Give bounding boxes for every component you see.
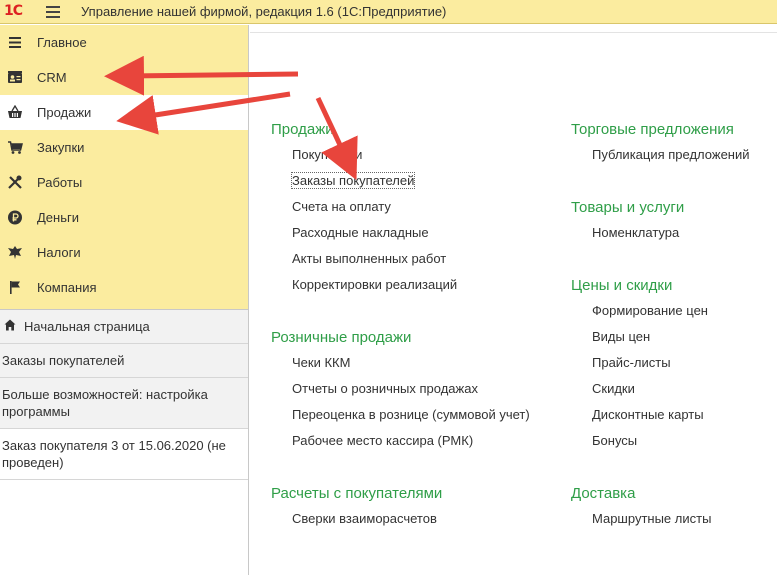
link-label: Заказы покупателей [290,172,416,189]
link-shipping-notes[interactable]: Расходные накладные [271,225,457,251]
link-reconciliation[interactable]: Сверки взаиморасчетов [271,511,442,537]
link-receipts[interactable]: Чеки ККМ [271,355,530,381]
link-retail-revaluation[interactable]: Переоценка в рознице (суммовой учет) [271,407,530,433]
section-money[interactable]: Деньги [0,200,248,235]
window-title: Управление нашей фирмой, редакция 1.6 (1… [81,4,447,19]
group-delivery: Доставка Маршрутные листы [571,485,711,537]
main-menu-icon[interactable] [46,6,60,18]
group-title: Расчеты с покупателями [271,485,443,502]
group-settlements: Расчеты с покупателями Сверки взаиморасч… [271,485,442,537]
section-label: Закупки [37,140,85,155]
link-sales-adjustments[interactable]: Корректировки реализаций [271,277,457,303]
open-window-customer-orders[interactable]: Заказы покупателей [0,344,248,378]
section-content: Продажи Покупатели Заказы покупателей Сч… [250,25,777,575]
group-retail: Розничные продажи Чеки ККМ Отчеты о розн… [271,329,530,459]
1c-logo: 1С [4,3,23,19]
open-window-order-3[interactable]: Заказ покупателя 3 от 15.06.2020 (не про… [0,429,248,480]
section-works[interactable]: Работы [0,165,248,200]
open-window-home[interactable]: Начальная страница [0,310,248,344]
link-price-formation[interactable]: Формирование цен [571,303,708,329]
section-purchases[interactable]: Закупки [0,130,248,165]
emblem-icon [8,246,22,259]
section-label: Компания [37,280,97,295]
open-window-label: Заказы покупателей [2,353,125,368]
link-cashier-workplace[interactable]: Рабочее место кассира (РМК) [271,433,530,459]
link-customer-orders[interactable]: Заказы покупателей [271,172,457,199]
link-route-sheets[interactable]: Маршрутные листы [571,511,711,537]
basket-icon [8,105,22,118]
group-goods: Товары и услуги Номенклатура [571,199,684,251]
content-header-strip [250,25,777,33]
link-nomenclature[interactable]: Номенклатура [571,225,684,251]
menu-lines-icon [9,37,21,48]
group-offers: Торговые предложения Публикация предложе… [571,121,750,173]
open-window-label: Заказ покупателя 3 от 15.06.2020 (не про… [2,438,226,470]
home-icon [4,319,16,331]
section-label: Продажи [37,105,92,120]
link-customers[interactable]: Покупатели [271,147,457,173]
section-panel: Главное CRM Продажи Закупки Работы Деньг… [0,25,248,309]
link-retail-reports[interactable]: Отчеты о розничных продажах [271,381,530,407]
tools-icon [8,175,22,189]
contact-card-icon [8,71,22,83]
title-bar: 1С Управление нашей фирмой, редакция 1.6… [0,0,777,24]
group-title: Торговые предложения [571,121,734,138]
link-invoices[interactable]: Счета на оплату [271,199,457,225]
link-price-lists[interactable]: Прайс-листы [571,355,708,381]
link-bonuses[interactable]: Бонусы [571,433,708,459]
sidebar: Главное CRM Продажи Закупки Работы Деньг… [0,25,249,575]
link-discounts[interactable]: Скидки [571,381,708,407]
section-main[interactable]: Главное [0,25,248,60]
group-title: Цены и скидки [571,277,673,294]
group-title: Розничные продажи [271,329,412,346]
group-title: Товары и услуги [571,199,685,216]
section-label: Деньги [37,210,79,225]
section-taxes[interactable]: Налоги [0,235,248,270]
group-title: Продажи [271,121,334,138]
section-crm[interactable]: CRM [0,60,248,95]
cart-icon [8,141,23,154]
ruble-coin-icon [8,210,22,225]
open-windows-panel: Начальная страница Заказы покупателей Бо… [0,309,248,480]
section-label: CRM [37,70,67,85]
section-company[interactable]: Компания [0,270,248,305]
link-discount-cards[interactable]: Дисконтные карты [571,407,708,433]
section-sales[interactable]: Продажи [0,95,248,130]
group-sales: Продажи Покупатели Заказы покупателей Сч… [271,121,457,303]
link-price-types[interactable]: Виды цен [571,329,708,355]
section-label: Работы [37,175,83,190]
open-window-more-options[interactable]: Больше возможностей: настройка программы [0,378,248,429]
group-title: Доставка [571,485,636,502]
link-publish-offers[interactable]: Публикация предложений [571,147,750,173]
open-window-label: Больше возможностей: настройка программы [2,387,208,419]
flag-icon [10,281,20,294]
section-label: Главное [37,35,87,50]
section-label: Налоги [37,245,81,260]
open-window-label: Начальная страница [24,319,150,334]
group-prices: Цены и скидки Формирование цен Виды цен … [571,277,708,459]
link-work-acts[interactable]: Акты выполненных работ [271,251,457,277]
